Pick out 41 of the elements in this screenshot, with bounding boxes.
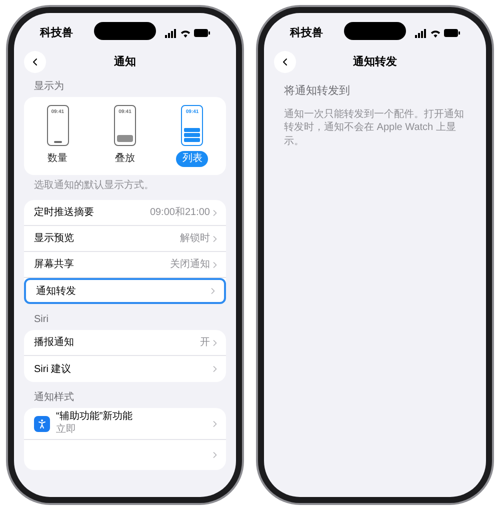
accessibility-icon [34,416,50,432]
section-footer: 选取通知的默认显示方式。 [24,178,226,193]
settings-row[interactable]: 定时推送摘要 09:00和21:00 [24,200,226,226]
wifi-icon [180,28,191,38]
section-header: 将通知转发到 [284,84,351,99]
battery-icon [444,29,460,37]
display-option-label[interactable]: 叠放 [108,151,141,167]
signal-icon [165,28,177,38]
row-value: 关闭通知 [170,258,210,272]
row-label: 屏幕共享 [34,258,74,272]
row-label: 定时推送摘要 [34,206,94,220]
row-value: 开 [200,336,210,350]
back-button[interactable] [24,51,46,73]
row-label: 通知转发 [36,284,76,298]
dynamic-island [94,22,156,40]
display-option-label[interactable]: 数量 [42,151,74,167]
row-label: 播报通知 [34,336,74,350]
carrier-label: 科技兽 [290,26,323,41]
app-title: “辅助功能”新功能 [56,411,134,424]
section-header: 显示为 [33,80,65,94]
row-label: 显示预览 [34,232,74,246]
settings-row[interactable]: 播报通知 开 [24,330,226,356]
row-value: 解锁时 [180,232,210,246]
section-header: Siri [33,313,50,327]
battery-icon [194,29,210,37]
dynamic-island [344,22,406,40]
settings-row[interactable]: 通知转发 [24,278,226,304]
row-label: Siri 建议 [34,362,72,376]
screen-title: 通知转发 [353,54,397,70]
app-subtitle: 立即 [56,424,77,436]
app-row[interactable]: “辅助功能”新功能 立即 [24,408,226,440]
carrier-label: 科技兽 [40,26,73,41]
screen-title: 通知 [114,54,136,70]
settings-row[interactable]: 显示预览 解锁时 [24,226,226,252]
row-value: 09:00和21:00 [150,206,210,220]
settings-row[interactable]: Siri 建议 [24,356,226,382]
description-text: 通知一次只能转发到一个配件。打开通知转发时，通知不会在 Apple Watch 上显示。 [284,108,465,149]
signal-icon [415,28,427,38]
wifi-icon [430,28,441,38]
section-header: 通知样式 [33,390,75,405]
back-button[interactable] [274,51,296,73]
